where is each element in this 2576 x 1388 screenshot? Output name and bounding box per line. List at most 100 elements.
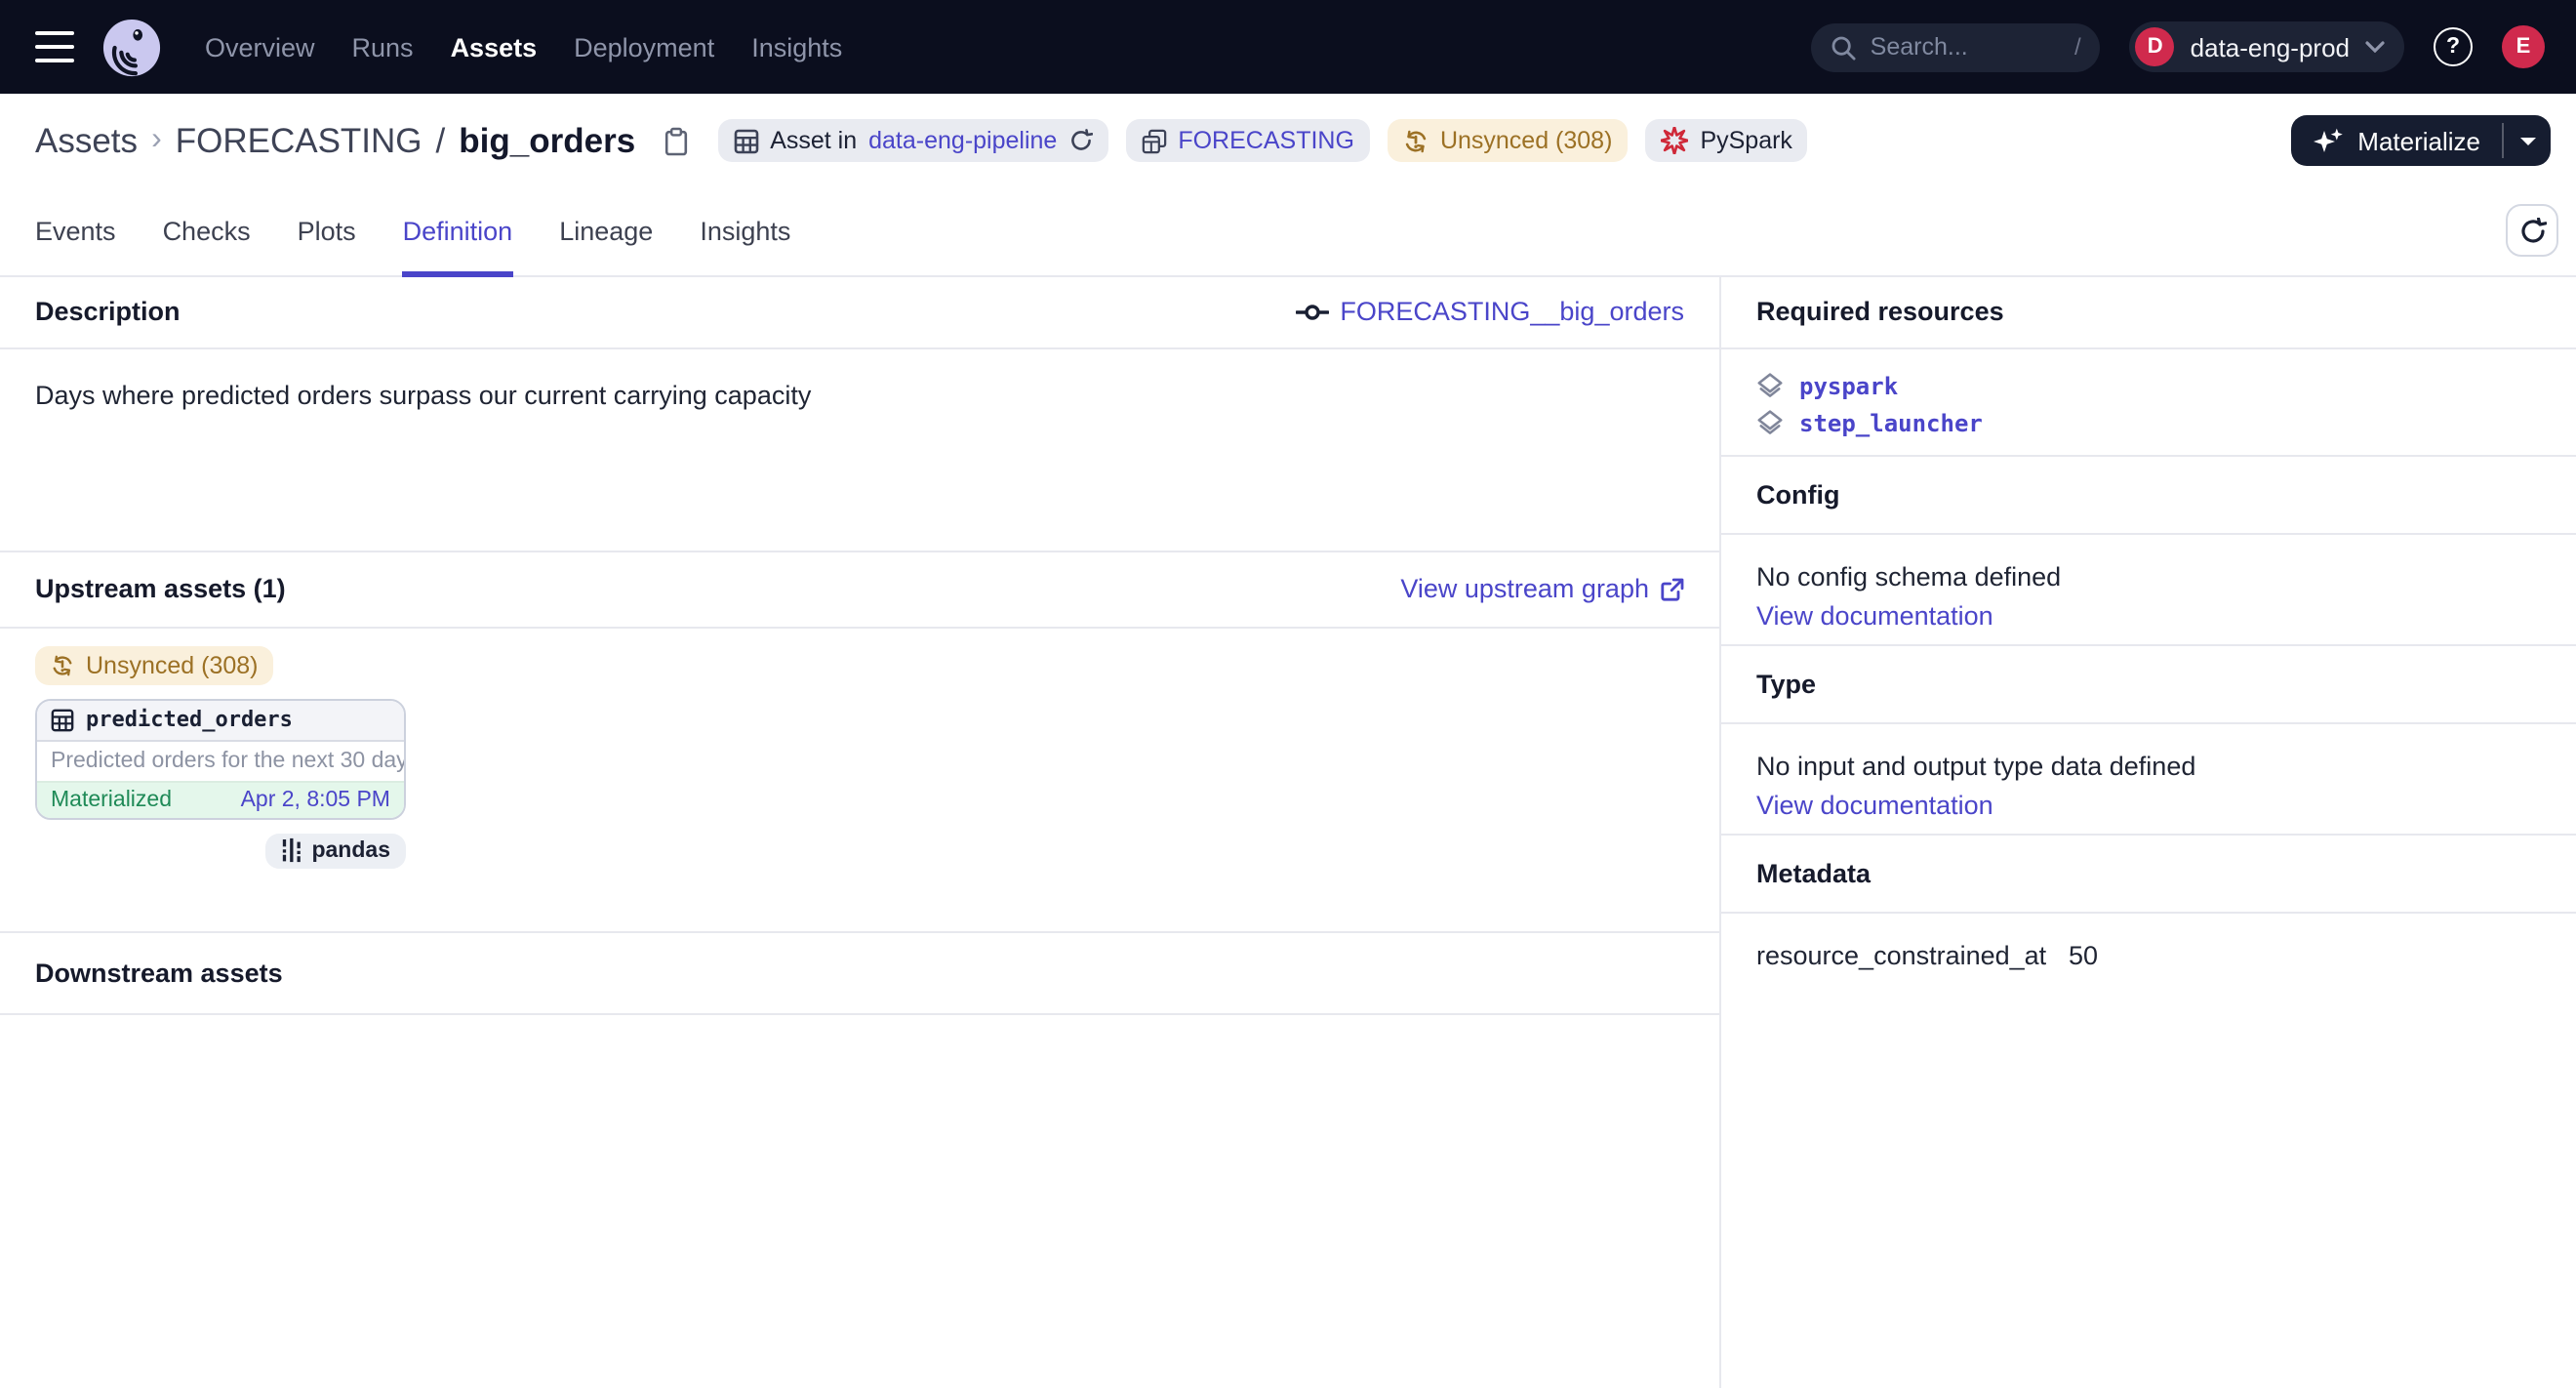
metadata-key: resource_constrained_at xyxy=(1756,940,2069,969)
materialize-button[interactable]: Materialize xyxy=(2291,115,2502,166)
sync-alert-icon xyxy=(1403,128,1429,153)
table-icon xyxy=(733,128,758,153)
materialize-options-caret[interactable] xyxy=(2504,115,2551,166)
nav-item-runs[interactable]: Runs xyxy=(352,32,414,61)
tab-lineage[interactable]: Lineage xyxy=(559,187,653,274)
tab-plots[interactable]: Plots xyxy=(298,187,356,274)
dagster-app: Overview Runs Assets Deployment Insights… xyxy=(0,0,2576,1388)
config-body: No config schema defined View documentat… xyxy=(1721,534,2576,645)
nav-item-deployment[interactable]: Deployment xyxy=(574,32,714,61)
asset-card-description: Predicted orders for the next 30 day... xyxy=(37,741,404,780)
screen: Overview Runs Assets Deployment Insights… xyxy=(0,0,2576,1388)
config-empty-text: No config schema defined xyxy=(1756,561,2541,591)
resource-link-step-launcher[interactable]: step_launcher xyxy=(1799,409,1983,436)
tab-events[interactable]: Events xyxy=(35,187,116,274)
materialize-label: Materialize xyxy=(2357,126,2480,155)
tab-checks[interactable]: Checks xyxy=(163,187,251,274)
nav-item-overview[interactable]: Overview xyxy=(205,32,315,61)
resource-row: pyspark xyxy=(1756,372,2541,399)
refresh-button[interactable] xyxy=(2506,205,2558,258)
resource-layers-icon xyxy=(1756,409,1784,436)
required-resources-title: Required resources xyxy=(1756,297,2004,326)
deployment-name: data-eng-prod xyxy=(2191,32,2350,61)
refresh-icon xyxy=(2518,218,2546,245)
resource-row: step_launcher xyxy=(1756,409,2541,436)
config-header: Config xyxy=(1721,456,2576,534)
asset-header-row: Assets › FORECASTING / big_orders Asset … xyxy=(0,94,2576,187)
pandas-icon xyxy=(280,837,302,863)
breadcrumb-chevron: › xyxy=(151,123,162,158)
copy-asset-name-icon[interactable] xyxy=(663,126,688,155)
chevron-down-icon xyxy=(2365,41,2385,53)
view-upstream-graph-link[interactable]: View upstream graph xyxy=(1400,574,1684,603)
pyspark-star-icon xyxy=(1661,127,1688,154)
top-nav-right: / D data-eng-prod ? E xyxy=(1812,21,2545,72)
type-empty-text: No input and output type data defined xyxy=(1756,751,2541,780)
definition-main-column: Description FORECASTING__big_orders Days… xyxy=(0,276,1721,1388)
content-area: Description FORECASTING__big_orders Days… xyxy=(0,276,2576,1388)
metadata-header: Metadata xyxy=(1721,835,2576,913)
compute-kind-tag[interactable]: PySpark xyxy=(1645,119,1808,162)
search-box: / xyxy=(1812,22,2101,71)
search-icon xyxy=(1831,34,1857,60)
tab-insights[interactable]: Insights xyxy=(700,187,790,274)
job-icon xyxy=(1295,300,1328,323)
breadcrumb-slash: / xyxy=(436,120,446,161)
search-shortcut-hint: / xyxy=(2074,33,2081,61)
asset-card-name: predicted_orders xyxy=(86,707,293,732)
compute-kind-label: PySpark xyxy=(1700,127,1792,154)
definition-sidebar: Required resources pyspark step_launcher… xyxy=(1721,276,2576,1388)
group-tag-label: FORECASTING xyxy=(1178,127,1354,154)
breadcrumb-group-link[interactable]: FORECASTING xyxy=(176,120,423,161)
upstream-header: Upstream assets (1) View upstream graph xyxy=(0,551,1719,628)
deployment-switcher[interactable]: D data-eng-prod xyxy=(2130,21,2404,72)
config-view-documentation-link[interactable]: View documentation xyxy=(1756,600,1993,630)
upstream-asset-card[interactable]: predicted_orders Predicted orders for th… xyxy=(35,698,406,819)
type-header: Type xyxy=(1721,645,2576,723)
materialization-timestamp-link[interactable]: Apr 2, 8:05 PM xyxy=(241,788,390,811)
downstream-header: Downstream assets xyxy=(0,932,1719,1014)
required-resources-header: Required resources xyxy=(1721,276,2576,348)
sync-status-badge[interactable]: Unsynced (308) xyxy=(1388,119,1629,162)
breadcrumb-assets-link[interactable]: Assets xyxy=(35,120,138,161)
hamburger-menu-icon[interactable] xyxy=(35,31,74,62)
type-view-documentation-link[interactable]: View documentation xyxy=(1756,790,1993,819)
job-link[interactable]: FORECASTING__big_orders xyxy=(1295,297,1684,326)
asset-in-label: Asset in xyxy=(770,127,857,154)
top-nav: Overview Runs Assets Deployment Insights… xyxy=(0,0,2576,94)
metadata-row: resource_constrained_at 50 xyxy=(1756,940,2541,969)
description-text: Days where predicted orders surpass our … xyxy=(0,348,1719,551)
asset-tabs: Events Checks Plots Definition Lineage I… xyxy=(35,187,790,274)
breadcrumb: Assets › FORECASTING / big_orders xyxy=(35,120,688,161)
user-avatar[interactable]: E xyxy=(2502,25,2545,68)
description-header: Description FORECASTING__big_orders xyxy=(0,276,1719,348)
search-input[interactable] xyxy=(1871,33,2061,61)
nav-item-assets[interactable]: Assets xyxy=(451,32,538,61)
sync-status-label: Unsynced (308) xyxy=(1440,127,1613,154)
tab-definition[interactable]: Definition xyxy=(403,187,513,274)
caret-down-icon xyxy=(2518,136,2536,145)
resource-layers-icon xyxy=(1756,372,1784,399)
resource-link-pyspark[interactable]: pyspark xyxy=(1799,372,1898,399)
view-upstream-graph-label: View upstream graph xyxy=(1400,574,1649,603)
help-icon[interactable]: ? xyxy=(2434,27,2473,66)
metadata-value: 50 xyxy=(2069,940,2098,969)
pandas-kind-tag[interactable]: pandas xyxy=(264,833,406,868)
pipeline-link[interactable]: data-eng-pipeline xyxy=(868,127,1057,154)
table-icon xyxy=(51,708,74,731)
deployment-badge: D xyxy=(2136,27,2175,66)
materialize-split-button: Materialize xyxy=(2291,115,2551,166)
reload-pipeline-icon[interactable] xyxy=(1068,129,1092,152)
page-title-asset-name: big_orders xyxy=(459,120,635,161)
metadata-body: resource_constrained_at 50 xyxy=(1721,913,2576,969)
required-resources-body: pyspark step_launcher xyxy=(1721,348,2576,456)
asset-card-tags: pandas xyxy=(35,833,406,868)
primary-nav: Overview Runs Assets Deployment Insights xyxy=(205,32,842,61)
nav-item-insights[interactable]: Insights xyxy=(751,32,842,61)
asset-tags: Asset in data-eng-pipeline FORECASTING U… xyxy=(717,119,1808,162)
dagster-logo-icon[interactable] xyxy=(101,17,162,77)
upstream-title: Upstream assets (1) xyxy=(35,574,286,603)
asset-group-tag[interactable]: FORECASTING xyxy=(1125,119,1370,162)
type-body: No input and output type data defined Vi… xyxy=(1721,723,2576,835)
upstream-sync-badge[interactable]: Unsynced (308) xyxy=(35,645,274,684)
